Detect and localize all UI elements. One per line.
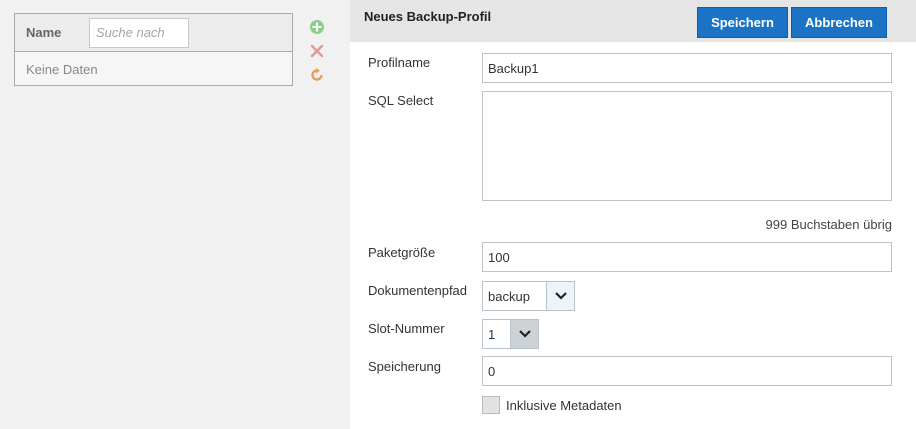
refresh-icon [311,68,323,81]
document-path-label: Dokumentenpfad [368,283,468,298]
sql-select-label: SQL Select [368,93,434,108]
document-path-select[interactable]: backup [482,281,575,311]
profile-name-input[interactable] [482,53,892,83]
document-path-value: backup [488,288,530,304]
add-button[interactable] [309,19,325,35]
chevron-down-icon [510,320,538,348]
slot-number-select[interactable]: 1 [482,319,539,349]
slot-number-label: Slot-Nummer [368,321,445,336]
form-header: Neues Backup-Profil Speichern Abbrechen [350,0,916,42]
form-title: Neues Backup-Profil [364,9,492,24]
list-actions [309,19,327,91]
search-input[interactable] [89,17,189,48]
include-metadata-checkbox[interactable] [482,396,500,414]
sql-select-input[interactable] [482,91,892,201]
list-panel: Name Keine Daten [0,0,350,429]
include-metadata-label: Inklusive Metadaten [506,397,622,413]
x-icon [310,44,324,58]
profile-name-label: Profilname [368,55,431,70]
list-header: Name [15,14,292,52]
include-metadata-option[interactable]: Inklusive Metadaten [482,396,622,414]
package-size-input[interactable] [482,242,892,272]
storage-label: Speicherung [368,359,441,374]
delete-button[interactable] [309,43,325,59]
plus-circle-icon [310,20,324,34]
column-header-name[interactable]: Name [15,25,89,40]
form-panel: Neues Backup-Profil Speichern Abbrechen … [350,0,916,429]
storage-input[interactable] [482,356,892,386]
chars-left-counter: 999 Buchstaben übrig [765,217,892,232]
chevron-down-icon [546,282,574,310]
cancel-button[interactable]: Abbrechen [791,7,887,38]
package-size-label: Paketgröße [368,245,436,260]
save-button[interactable]: Speichern [697,7,788,38]
empty-message: Keine Daten [26,61,98,77]
slot-number-value: 1 [488,326,496,342]
refresh-button[interactable] [309,67,325,83]
profile-list: Name Keine Daten [14,13,293,86]
